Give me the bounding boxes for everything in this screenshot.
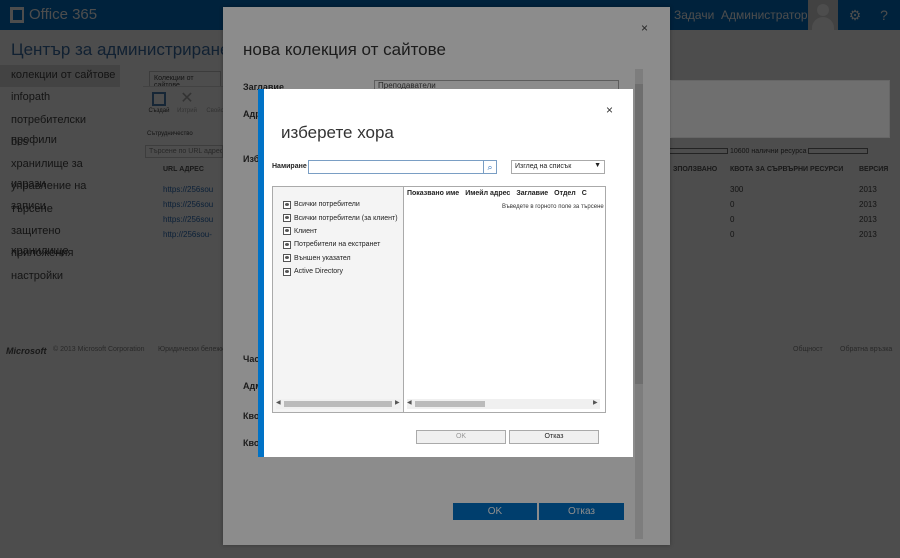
tree-item-extranet[interactable]: Потребители на екстранет <box>283 238 398 251</box>
dialog-title: изберете хора <box>281 123 394 142</box>
find-label: Намиране <box>272 163 307 170</box>
select-people-dialog: × изберете хора Намиране ⌕ Изглед на спи… <box>258 89 633 457</box>
col-email[interactable]: Имейл адрес <box>462 187 513 201</box>
tree-item-client[interactable]: Клиент <box>283 225 398 238</box>
cancel-button[interactable]: Отказ <box>509 430 599 444</box>
users-icon <box>283 227 291 236</box>
tree-item-all-users-client[interactable]: Всички потребители (за клиент) <box>283 211 398 224</box>
users-icon <box>283 200 291 209</box>
users-icon <box>283 254 291 263</box>
tree-item-all-users[interactable]: Всички потребители <box>283 198 398 211</box>
close-icon[interactable]: × <box>606 103 613 117</box>
find-input[interactable] <box>308 160 484 174</box>
people-browser: Всички потребители Всички потребители (з… <box>272 186 606 413</box>
users-icon <box>283 267 291 276</box>
view-select[interactable]: Изглед на списък ▼ <box>511 160 605 174</box>
col-more[interactable]: С <box>579 187 590 201</box>
left-horizontal-scrollbar[interactable]: ◀ ▶ <box>276 399 401 409</box>
right-horizontal-scrollbar[interactable]: ◀ ▶ <box>407 399 600 409</box>
search-icon[interactable]: ⌕ <box>484 160 497 174</box>
users-icon <box>283 214 291 223</box>
col-title[interactable]: Заглавие <box>513 187 551 201</box>
col-display-name[interactable]: Показвано име <box>404 187 462 201</box>
col-department[interactable]: Отдел <box>551 187 579 201</box>
search-hint: Въведете в горното поле за търсене <box>502 204 604 210</box>
tree-item-external-directory[interactable]: Външен указател <box>283 252 398 265</box>
directory-pane: Всички потребители Всички потребители (з… <box>273 187 404 412</box>
directory-tree: Всички потребители Всички потребители (з… <box>283 198 398 278</box>
tree-item-active-directory[interactable]: Active Directory <box>283 265 398 278</box>
results-pane: Показвано име Имейл адрес Заглавие Отдел… <box>404 187 606 412</box>
chevron-down-icon: ▼ <box>594 162 601 169</box>
ok-button[interactable]: OK <box>416 430 506 444</box>
users-icon <box>283 240 291 249</box>
results-header: Показвано име Имейл адрес Заглавие Отдел… <box>404 187 606 201</box>
